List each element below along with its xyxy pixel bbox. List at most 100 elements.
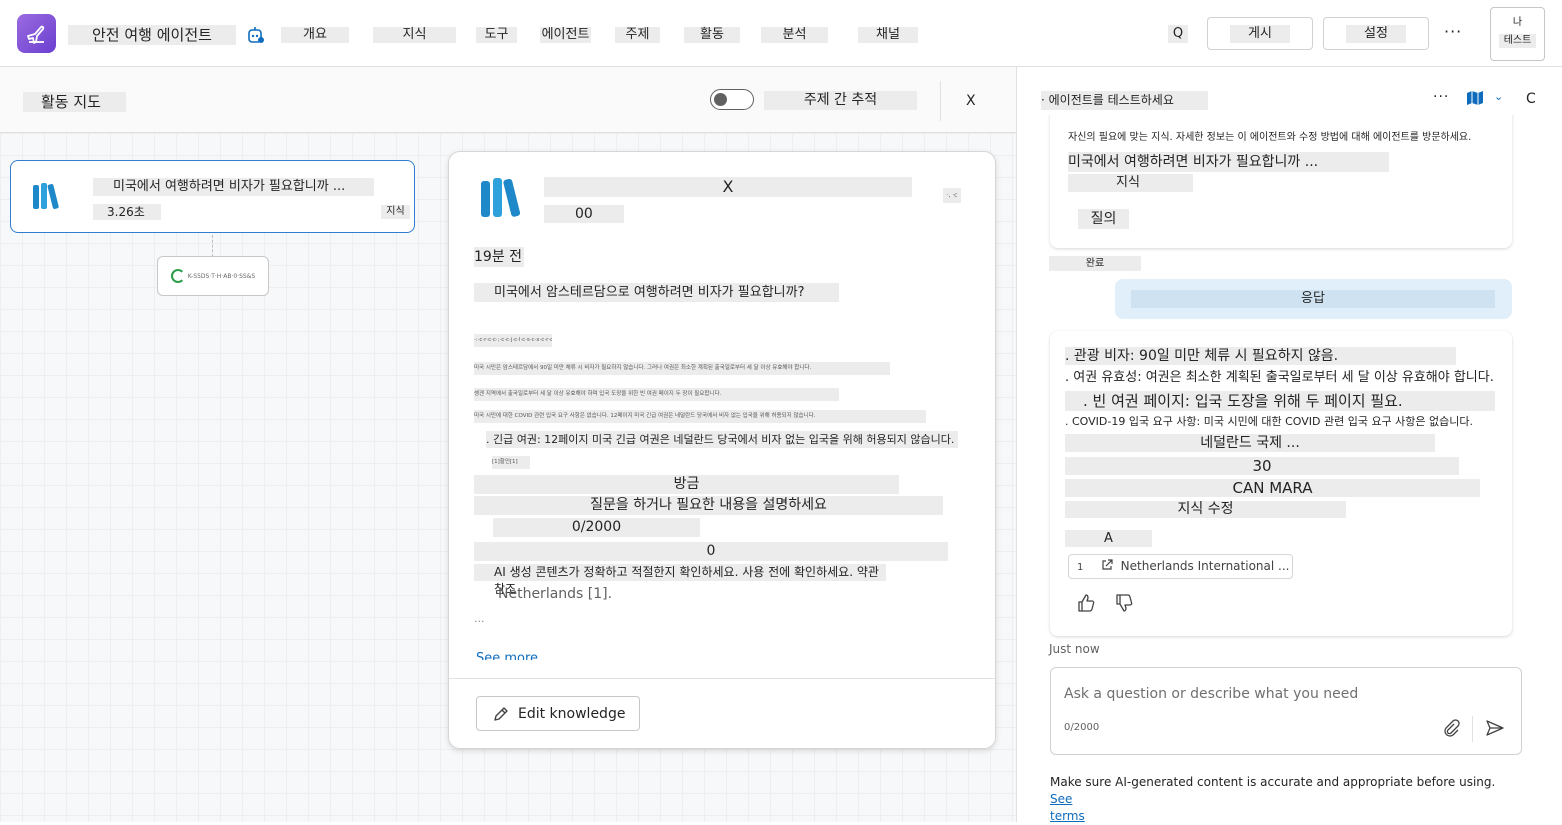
books-icon bbox=[481, 178, 521, 217]
thumbs-up-icon[interactable] bbox=[1076, 593, 1096, 613]
node-result-label: K-S5DS·T·H·AB·0·SS&S bbox=[187, 272, 256, 280]
see-more-link[interactable]: See more bbox=[476, 651, 538, 660]
test-more-button[interactable]: ··· bbox=[1433, 89, 1449, 105]
node-duration: 3.26초 bbox=[93, 204, 161, 220]
progress-ring-icon bbox=[170, 269, 185, 283]
chevron-down-icon[interactable]: ⌄ bbox=[1494, 90, 1503, 103]
settings-button[interactable]: 설정 bbox=[1323, 17, 1429, 50]
tab-tools[interactable]: 도구 bbox=[476, 27, 517, 43]
settings-label: 설정 bbox=[1346, 24, 1406, 43]
legal-notice: Make sure AI-generated content is accura… bbox=[1050, 774, 1520, 825]
publish-button[interactable]: 게시 bbox=[1207, 17, 1313, 50]
test-close-button[interactable]: C bbox=[1526, 91, 1536, 107]
feedback-buttons bbox=[1076, 593, 1134, 613]
test-button[interactable]: 나 테스트 bbox=[1490, 7, 1545, 61]
detail-subtitle: 00 bbox=[544, 205, 624, 223]
activity-map-area: 활동 지도 주제 간 추적 X 미국에서 여행하려면 비자가 필요합니까 ...… bbox=[0, 67, 1016, 822]
activity-header: 활동 지도 주제 간 추적 X bbox=[0, 67, 1016, 133]
activity-map-title: 활동 지도 bbox=[23, 92, 126, 112]
node-connector bbox=[212, 235, 213, 257]
search-button[interactable]: Q bbox=[1168, 25, 1188, 43]
char-counter: 0/2000 bbox=[1064, 722, 1100, 733]
test-label: 테스트 bbox=[1499, 34, 1536, 48]
response-line: . COVID-19 입국 요구 사항: 미국 시민에 대한 COVID 관련 … bbox=[1065, 415, 1474, 428]
external-link-icon bbox=[1102, 559, 1113, 570]
activity-node-result[interactable]: K-S5DS·T·H·AB·0·SS&S bbox=[157, 256, 269, 296]
send-icon[interactable] bbox=[1485, 718, 1505, 738]
knowledge-detail-card: X 00 ·, ·c 19분 전 미국에서 암스테르담으로 여행하려면 비자가 … bbox=[448, 151, 996, 749]
edit-knowledge-button[interactable]: Edit knowledge bbox=[476, 696, 640, 731]
message-query: 질의 bbox=[1078, 209, 1129, 229]
citation-text: Netherlands International ... bbox=[1120, 559, 1290, 573]
publish-label: 게시 bbox=[1230, 24, 1290, 43]
terms-link[interactable]: terms bbox=[1050, 809, 1085, 823]
divider bbox=[1472, 716, 1473, 742]
node-knowledge-label: 지식 bbox=[381, 205, 410, 219]
test-icon: 나 bbox=[1512, 17, 1523, 28]
tab-topics[interactable]: 주제 bbox=[615, 27, 660, 43]
response-line: . 빈 여권 페이지: 입국 도장을 위해 두 페이지 필요. bbox=[1065, 391, 1495, 411]
message-question: 미국에서 여행하려면 비자가 필요합니까 ... bbox=[1068, 152, 1389, 172]
tab-activity[interactable]: 활동 bbox=[684, 27, 740, 43]
activity-node-question[interactable]: 미국에서 여행하려면 비자가 필요합니까 ... 3.26초 지식 bbox=[10, 160, 415, 233]
more-options-button[interactable]: ··· bbox=[1444, 22, 1462, 41]
books-icon bbox=[33, 183, 59, 209]
chat-input[interactable] bbox=[1064, 682, 1504, 706]
agent-settings-icon[interactable] bbox=[246, 25, 266, 45]
attach-icon[interactable] bbox=[1441, 718, 1461, 738]
divider bbox=[940, 81, 941, 121]
app-logo[interactable] bbox=[17, 14, 56, 53]
agent-response: . 관광 비자: 90일 미만 체류 시 필요하지 않음. . 여권 유효성: … bbox=[1050, 331, 1512, 636]
citation-number: 1 bbox=[1077, 562, 1084, 573]
plane-icon bbox=[26, 25, 44, 44]
detail-prompt: 질문을 하거나 필요한 내용을 설명하세요 bbox=[474, 496, 943, 515]
detail-text-line: 솅겐 지역에서 출국일로부터 세 달 이상 유효해야 하며 입국 도장을 위한 … bbox=[474, 388, 839, 401]
response-line: 지식 수정 bbox=[1065, 501, 1346, 518]
detail-meta: ·:·c·r·c·c·;·c·c·j·c·l·c·s·c·x·c·r·c·a·i… bbox=[474, 334, 552, 347]
tab-agents[interactable]: 에이전트 bbox=[540, 27, 591, 43]
close-activity-button[interactable]: X bbox=[966, 93, 976, 109]
user-message-text: 응답 bbox=[1131, 290, 1495, 308]
map-icon[interactable] bbox=[1466, 90, 1484, 106]
detail-text-line: 미국 시민에 대한 COVID 관련 입국 요구 사항은 없습니다. 12페이지… bbox=[474, 410, 926, 423]
tab-analytics[interactable]: 분석 bbox=[761, 27, 828, 43]
detail-question: 미국에서 암스테르담으로 여행하려면 비자가 필요합니까? bbox=[474, 283, 839, 302]
trace-label: 주제 간 추적 bbox=[764, 91, 917, 110]
detail-citation: Netherlands [1]. bbox=[498, 586, 613, 602]
response-line: 네덜란드 국제 ... bbox=[1065, 434, 1435, 452]
chat-input-box: 0/2000 bbox=[1050, 667, 1522, 755]
detail-disclaimer: AI 생성 콘텐츠가 정확하고 적절한지 확인하세요. 사용 전에 확인하세요.… bbox=[474, 564, 886, 596]
detail-zero: 0 bbox=[474, 542, 948, 561]
detail-footer: Edit knowledge bbox=[449, 678, 995, 748]
edit-knowledge-label: Edit knowledge bbox=[518, 705, 626, 722]
detail-just-label: 방금 bbox=[474, 475, 899, 494]
chat-message: 자신의 필요에 맞는 지식. 자세한 정보는 이 에이전트와 수정 방법에 대해… bbox=[1050, 115, 1512, 248]
see-terms-link[interactable]: See bbox=[1050, 792, 1072, 806]
detail-ellipsis: ... bbox=[474, 612, 485, 625]
detail-title: X bbox=[544, 177, 912, 197]
message-timestamp: Just now bbox=[1049, 642, 1100, 656]
tab-knowledge[interactable]: 지식 bbox=[373, 27, 456, 43]
tab-channels[interactable]: 채널 bbox=[858, 27, 918, 43]
test-panel-title: · 에이전트를 테스트하세요 bbox=[1041, 91, 1208, 110]
detail-time: 19분 전 bbox=[474, 247, 524, 267]
message-text: 자신의 필요에 맞는 지식. 자세한 정보는 이 에이전트와 수정 방법에 대해… bbox=[1068, 132, 1472, 143]
response-line: A bbox=[1065, 530, 1152, 547]
detail-text-line: 미국 시민은 암스테르담에서 90일 미만 체류 시 비자가 필요하지 않습니다… bbox=[474, 362, 890, 375]
detail-paragraph: . 긴급 여권: 12페이지 미국 긴급 여권은 네덜란드 당국에서 비자 없는… bbox=[486, 431, 958, 448]
citation-chip[interactable]: 1 Netherlands International ... bbox=[1068, 554, 1293, 579]
thumbs-down-icon[interactable] bbox=[1114, 593, 1134, 613]
legal-text: Make sure AI-generated content is accura… bbox=[1050, 775, 1496, 789]
chat-scroll-area[interactable]: 자신의 필요에 맞는 지식. 자세한 정보는 이 에이전트와 수정 방법에 대해… bbox=[1017, 115, 1562, 675]
node-question: 미국에서 여행하려면 비자가 필요합니까 ... bbox=[93, 178, 374, 196]
trace-toggle[interactable] bbox=[710, 89, 754, 110]
detail-badge: ·, ·c bbox=[943, 188, 961, 203]
response-line: . 관광 비자: 90일 미만 체류 시 필요하지 않음. bbox=[1065, 347, 1456, 365]
agent-name[interactable]: 안전 여행 에이전트 bbox=[68, 25, 236, 45]
top-bar: 안전 여행 에이전트 개요 지식 도구 에이전트 주제 활동 분석 채널 Q 게… bbox=[0, 0, 1562, 67]
tab-overview[interactable]: 개요 bbox=[281, 27, 349, 43]
response-line: 30 bbox=[1065, 457, 1459, 475]
detail-counter: 0/2000 bbox=[493, 518, 700, 537]
user-message-bubble: 응답 bbox=[1115, 279, 1512, 319]
response-line: . 여권 유효성: 여권은 최소한 계획된 출국일로부터 세 달 이상 유효해야… bbox=[1065, 370, 1494, 385]
